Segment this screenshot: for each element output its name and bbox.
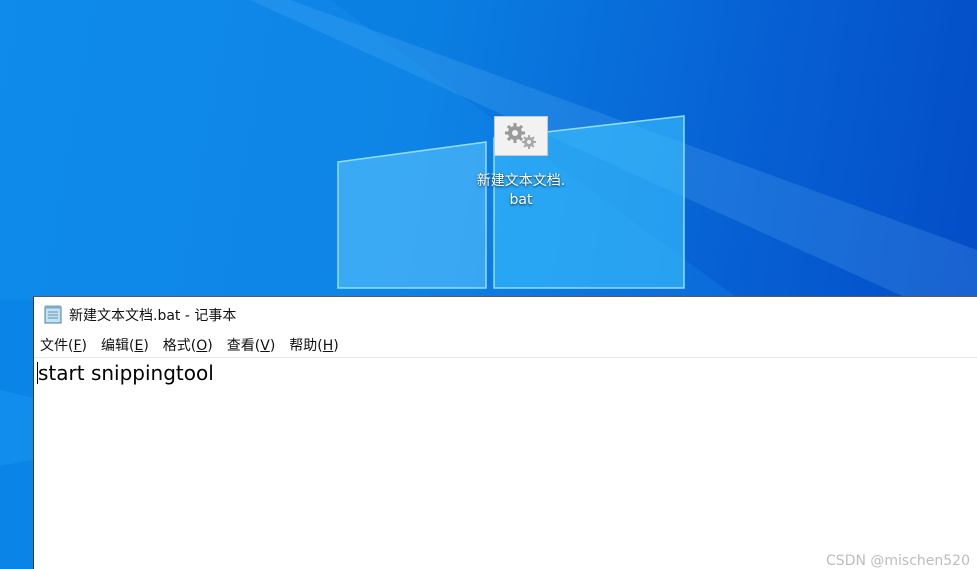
title-bar[interactable]: 新建文本文档.bat - 记事本	[34, 297, 977, 332]
desktop: 新建文本文档.bat 新建文本文档.bat - 记事本 文件(F) 编辑(E) …	[0, 0, 977, 569]
menu-view[interactable]: 查看(V)	[227, 335, 276, 355]
menu-edit[interactable]: 编辑(E)	[101, 335, 149, 355]
notepad-window: 新建文本文档.bat - 记事本 文件(F) 编辑(E) 格式(O) 查看(V)…	[33, 296, 977, 569]
desktop-icon-bat-file[interactable]: 新建文本文档.bat	[476, 116, 566, 210]
text-editor-area[interactable]: start snippingtool	[34, 358, 977, 388]
desktop-icon-label: 新建文本文档.bat	[476, 173, 566, 208]
notepad-icon	[44, 305, 62, 324]
gears-icon	[494, 116, 548, 156]
menu-bar: 文件(F) 编辑(E) 格式(O) 查看(V) 帮助(H)	[34, 332, 977, 358]
menu-file[interactable]: 文件(F)	[40, 335, 87, 355]
window-title: 新建文本文档.bat - 记事本	[69, 307, 237, 324]
editor-content: start snippingtool	[38, 361, 214, 385]
menu-format[interactable]: 格式(O)	[163, 335, 213, 355]
menu-help[interactable]: 帮助(H)	[289, 335, 338, 355]
watermark: CSDN @mischen520	[826, 553, 970, 569]
